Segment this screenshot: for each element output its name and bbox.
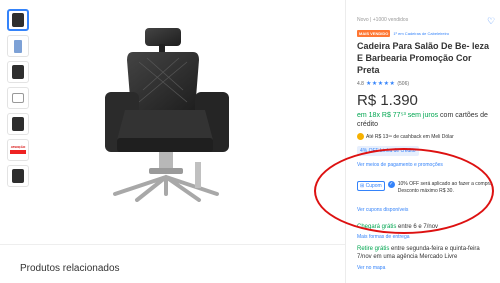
red-annotation-circle: [314, 148, 494, 234]
category-rank-link[interactable]: 1º em Cadeiras de Cabeleireiro: [393, 31, 449, 36]
rating-row[interactable]: 4.8 ★★★★★ (506): [357, 80, 410, 88]
condition-sold-count: Novo | +1000 vendidos: [357, 17, 409, 23]
favorite-heart-icon[interactable]: ♡: [487, 16, 495, 27]
column-divider: [345, 0, 346, 283]
cashback-text: Até R$ 13¹⁹ de cashback em Meli Dólar: [366, 133, 454, 140]
product-price: R$ 1.390: [357, 92, 418, 109]
shipping-options-link[interactable]: Mais formas de entrega: [357, 234, 410, 240]
rating-count: (506): [397, 80, 410, 87]
installments-green-text: em 18x R$ 77⁵³ sem juros: [357, 112, 439, 119]
installments-info: em 18x R$ 77⁵³ sem juros com cartões de …: [357, 111, 493, 129]
view-map-link[interactable]: Ver no mapa: [357, 265, 385, 271]
bestseller-badge: MAIS VENDIDO: [357, 30, 391, 37]
section-divider: [0, 244, 345, 245]
bestseller-row: MAIS VENDIDO 1º em Cadeiras de Cabeleire…: [357, 30, 449, 37]
pickup-info: Retire grátis entre segunda-feira e quin…: [357, 245, 495, 261]
thumbnail-1[interactable]: [7, 9, 29, 31]
thumbnail-gallery: ATENÇÃO: [7, 9, 31, 191]
chair-thumb-icon: [12, 13, 24, 27]
chair-back-thumb-icon: [12, 117, 24, 131]
coin-icon: [357, 133, 364, 140]
thumb-attention-text: ATENÇÃO: [10, 145, 26, 149]
thumbnail-6[interactable]: ATENÇÃO: [7, 139, 29, 161]
attention-thumb-image: ATENÇÃO: [9, 142, 27, 158]
main-product-image[interactable]: [95, 22, 255, 202]
chair-side-thumb-icon: [14, 39, 22, 53]
chair-detail-thumb-icon: [12, 65, 24, 79]
rating-value: 4.8: [357, 80, 364, 87]
pickup-green-text: Retire grátis: [357, 246, 390, 252]
rating-stars-icon: ★★★★★: [365, 81, 396, 87]
thumbnail-2[interactable]: [7, 35, 29, 57]
thumbnail-4[interactable]: [7, 87, 29, 109]
related-products-title: Produtos relacionados: [20, 263, 120, 274]
thumbnail-7[interactable]: [7, 165, 29, 187]
product-title: Cadeira Para Salão De Be- leza E Barbear…: [357, 41, 490, 75]
thumb-red-bar: [10, 150, 26, 154]
cashback-row: Até R$ 13¹⁹ de cashback em Meli Dólar: [357, 133, 454, 140]
chair-base-thumb-icon: [12, 169, 24, 183]
thumbnail-3[interactable]: [7, 61, 29, 83]
chair-sketch-thumb-icon: [12, 93, 24, 103]
thumbnail-5[interactable]: [7, 113, 29, 135]
product-page: ATENÇÃO Produtos relacionados Novo | +10…: [0, 0, 500, 283]
